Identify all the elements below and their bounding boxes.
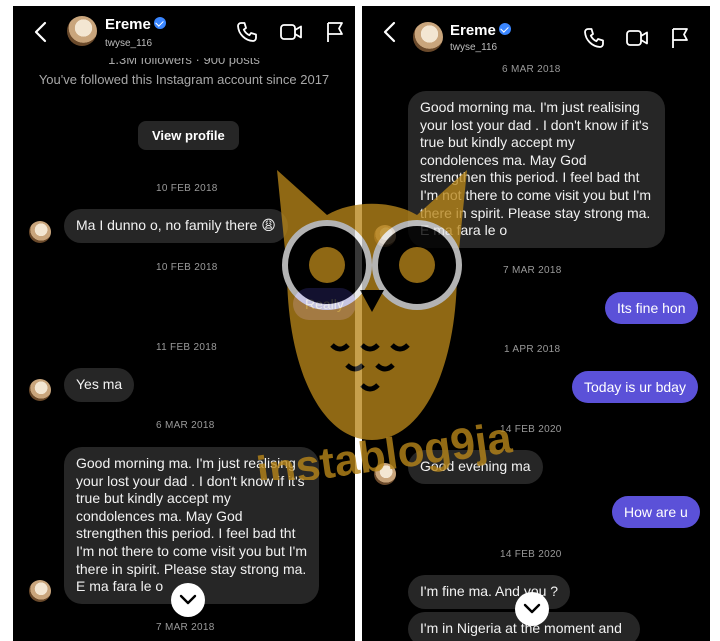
chat-header: Ereme twyse_116 bbox=[362, 6, 710, 58]
date-divider: 14 FEB 2020 bbox=[500, 424, 562, 435]
chat-panel-left: 1.3M followers · 900 posts You've follow… bbox=[13, 6, 355, 641]
date-divider: 14 FEB 2020 bbox=[500, 549, 562, 560]
message-sent[interactable]: Its fine hon bbox=[605, 292, 698, 324]
verified-badge-icon bbox=[153, 17, 166, 29]
avatar[interactable] bbox=[67, 16, 97, 46]
video-icon[interactable] bbox=[625, 26, 649, 50]
message-received[interactable]: Yes ma bbox=[64, 368, 135, 402]
avatar[interactable] bbox=[29, 221, 51, 243]
view-profile-button[interactable]: View profile bbox=[138, 121, 239, 150]
avatar[interactable] bbox=[374, 225, 396, 247]
back-arrow-icon[interactable] bbox=[31, 20, 51, 44]
message-received[interactable]: Good morning ma. I'm just realising your… bbox=[408, 91, 665, 248]
date-divider: 10 FEB 2018 bbox=[156, 183, 218, 194]
contact-username: twyse_116 bbox=[105, 38, 153, 49]
scroll-down-button[interactable] bbox=[171, 583, 205, 617]
date-divider: 6 MAR 2018 bbox=[502, 64, 561, 75]
avatar[interactable] bbox=[29, 379, 51, 401]
date-divider: 7 MAR 2018 bbox=[156, 622, 215, 633]
back-arrow-icon[interactable] bbox=[380, 20, 400, 44]
contact-name[interactable]: Ereme bbox=[450, 22, 511, 39]
message-received[interactable]: Good evening ma bbox=[408, 450, 543, 484]
flag-icon[interactable] bbox=[668, 26, 692, 50]
message-sent[interactable]: Really bbox=[293, 288, 355, 320]
avatar[interactable] bbox=[413, 22, 443, 52]
message-received[interactable]: Good morning ma. I'm just realising your… bbox=[64, 447, 319, 604]
followed-since: You've followed this Instagram account s… bbox=[38, 72, 330, 87]
chevron-down-icon bbox=[523, 603, 541, 614]
video-icon[interactable] bbox=[279, 20, 303, 44]
avatar[interactable] bbox=[29, 580, 51, 602]
chat-header: Ereme twyse_116 bbox=[13, 6, 355, 58]
message-received[interactable]: Ma I dunno o, no family there 😩 bbox=[64, 209, 288, 243]
verified-badge-icon bbox=[498, 23, 511, 35]
date-divider: 6 MAR 2018 bbox=[156, 420, 215, 431]
phone-icon[interactable] bbox=[582, 26, 606, 50]
chat-panel-right: Ereme twyse_116 6 MAR 2018 Good morning … bbox=[362, 6, 710, 641]
date-divider: 7 MAR 2018 bbox=[503, 265, 562, 276]
date-divider: 1 APR 2018 bbox=[504, 344, 561, 355]
date-divider: 10 FEB 2018 bbox=[156, 262, 218, 273]
contact-username: twyse_116 bbox=[450, 42, 498, 53]
message-sent[interactable]: Today is ur bday bbox=[572, 371, 698, 403]
contact-name[interactable]: Ereme bbox=[105, 16, 166, 33]
scroll-down-button[interactable] bbox=[515, 592, 549, 626]
phone-icon[interactable] bbox=[235, 20, 259, 44]
date-divider: 11 FEB 2018 bbox=[156, 342, 217, 353]
message-sent[interactable]: How are u bbox=[612, 496, 700, 528]
flag-icon[interactable] bbox=[323, 20, 347, 44]
chevron-down-icon bbox=[179, 594, 197, 605]
avatar[interactable] bbox=[374, 463, 396, 485]
